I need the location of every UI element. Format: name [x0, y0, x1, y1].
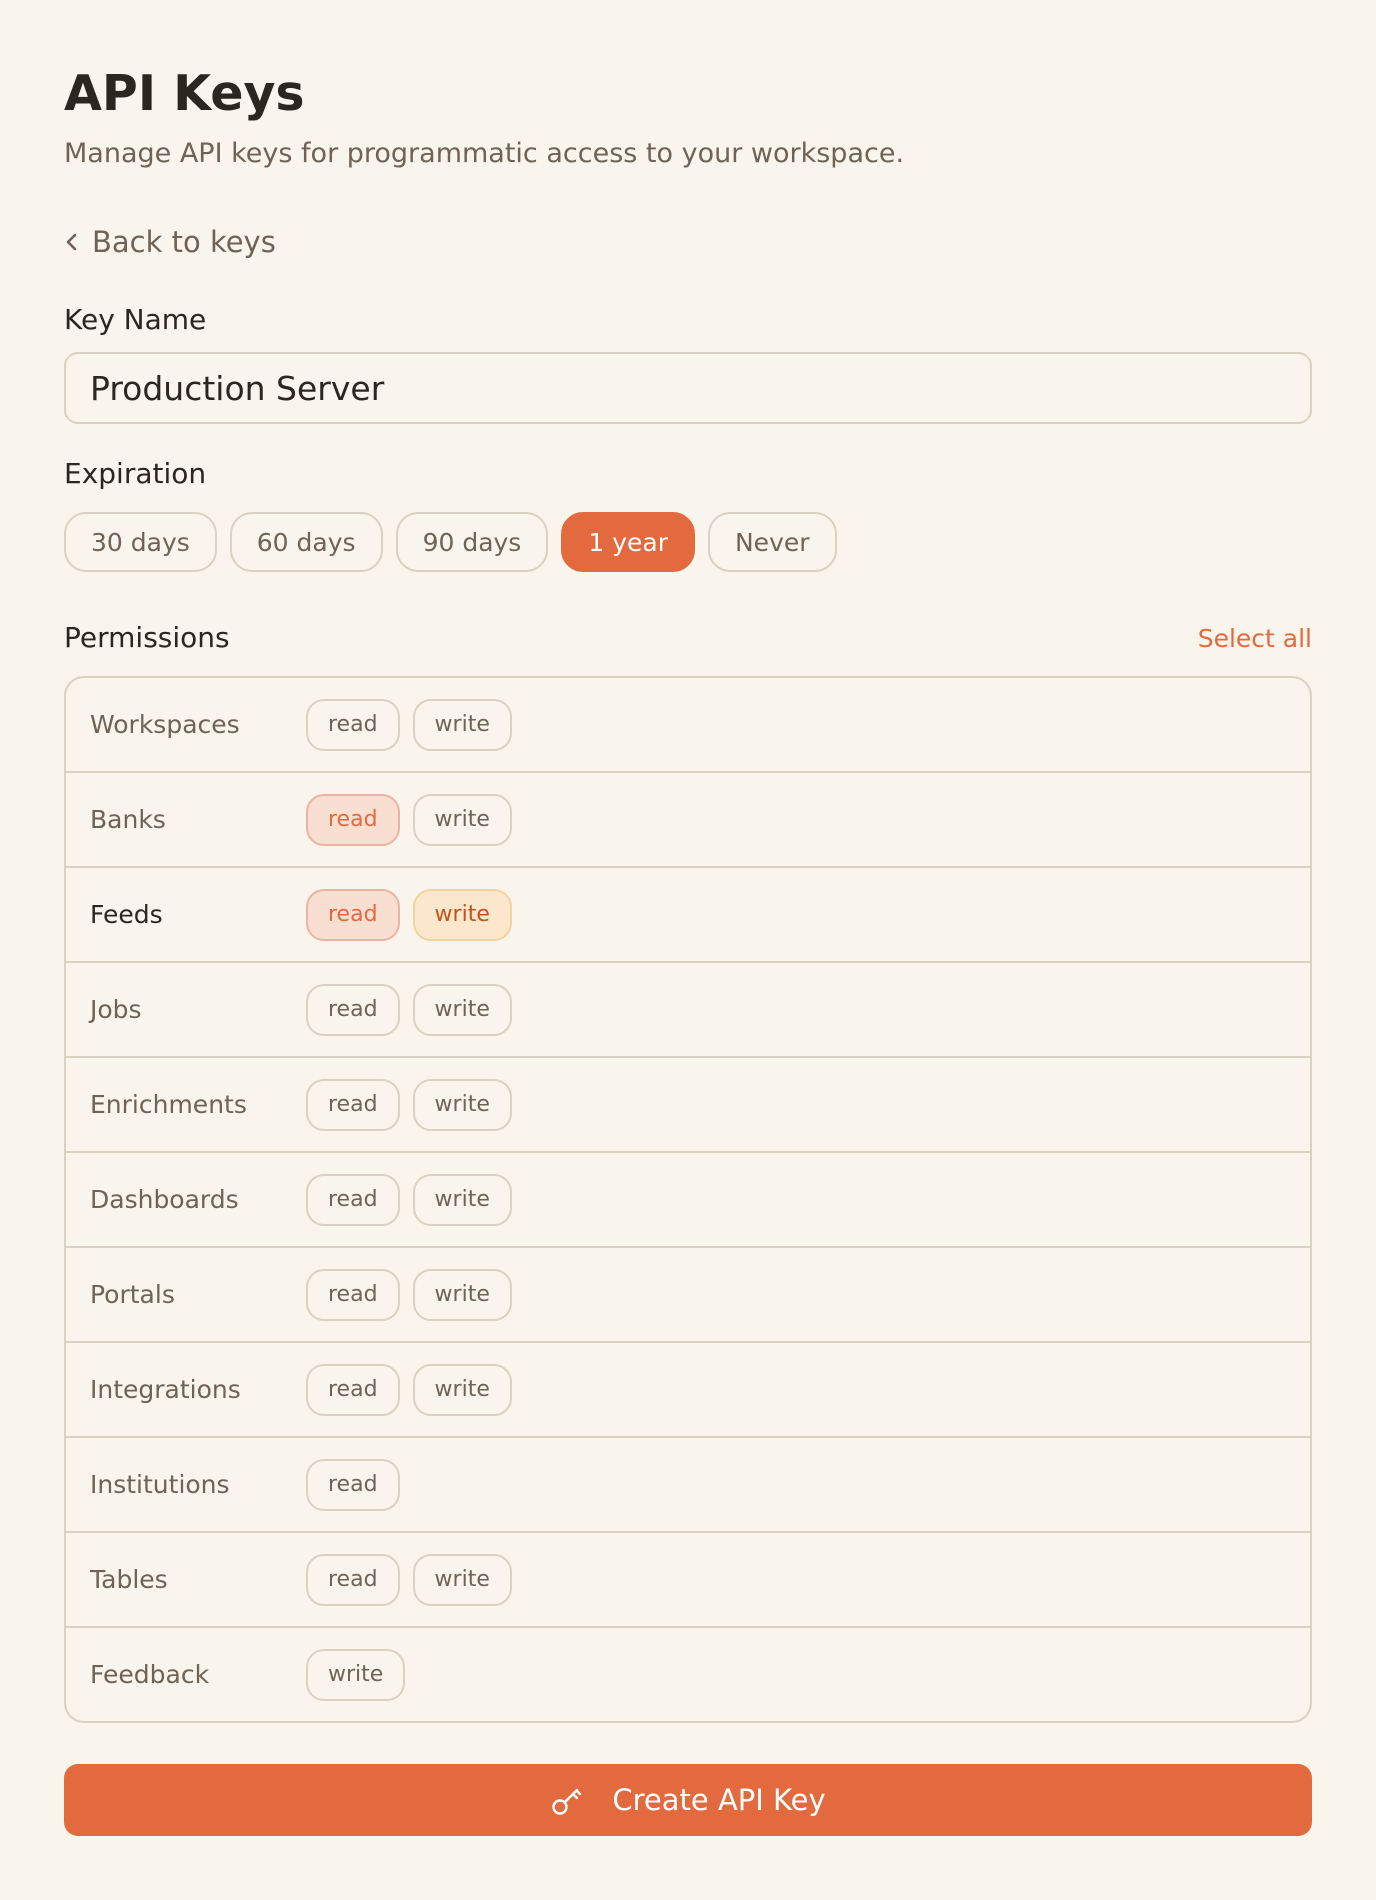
scope-chip-tables-read[interactable]: read [306, 1553, 400, 1606]
permissions-table: Workspaces read write Banks read write Feeds re… [64, 676, 1312, 1723]
permission-name: Tables [90, 1565, 168, 1594]
scope-chip-institutions-read[interactable]: read [306, 1458, 400, 1511]
scope-chip-enrichments-write[interactable]: write [412, 1078, 512, 1131]
select-all-link[interactable]: Select all [1198, 622, 1312, 656]
permission-name: Workspaces [90, 710, 240, 739]
permission-scopes: write [306, 1648, 406, 1701]
permission-row-banks: Banks read write [66, 773, 1310, 868]
permission-row-workspaces: Workspaces read write [66, 678, 1310, 773]
permission-name: Enrichments [90, 1090, 247, 1119]
expiration-option-30-days[interactable]: 30 days [64, 512, 217, 572]
create-button-label: Create API Key [612, 1783, 826, 1817]
permission-row-jobs: Jobs read write [66, 963, 1310, 1058]
scope-chip-enrichments-read[interactable]: read [306, 1078, 400, 1131]
permission-scopes: read [306, 1458, 400, 1511]
expiration-option-1-year[interactable]: 1 year [561, 512, 695, 572]
scope-chip-workspaces-write[interactable]: write [412, 698, 512, 751]
key-icon [550, 1783, 584, 1817]
permission-row-dashboards: Dashboards read write [66, 1153, 1310, 1248]
permission-scopes: read write [306, 1078, 512, 1131]
scope-chip-jobs-read[interactable]: read [306, 983, 400, 1036]
expiration-label: Expiration [64, 457, 207, 490]
permission-row-feeds: Feeds read write [66, 868, 1310, 963]
permission-name: Integrations [90, 1375, 241, 1404]
scope-chip-dashboards-write[interactable]: write [412, 1173, 512, 1226]
scope-chip-dashboards-read[interactable]: read [306, 1173, 400, 1226]
permission-scopes: read write [306, 1268, 512, 1321]
permission-name: Jobs [90, 995, 142, 1024]
scope-chip-portals-write[interactable]: write [412, 1268, 512, 1321]
permission-scopes: read write [306, 1553, 512, 1606]
expiration-option-60-days[interactable]: 60 days [229, 512, 383, 572]
key-name-label: Key Name [64, 303, 207, 336]
permission-name: Feeds [90, 900, 163, 929]
permission-row-feedback: Feedback write [66, 1628, 1310, 1721]
expiration-options: 30 days 60 days 90 days 1 year Never [64, 512, 837, 572]
permission-scopes: read write [306, 1363, 512, 1416]
permission-row-institutions: Institutions read [66, 1438, 1310, 1533]
permission-scopes: read write [306, 698, 512, 751]
expiration-option-90-days[interactable]: 90 days [395, 512, 549, 572]
scope-chip-banks-write[interactable]: write [412, 793, 512, 846]
scope-chip-jobs-write[interactable]: write [412, 983, 512, 1036]
permission-row-enrichments: Enrichments read write [66, 1058, 1310, 1153]
scope-chip-feeds-write[interactable]: write [412, 888, 512, 941]
key-name-input[interactable] [64, 352, 1312, 424]
page-subtitle: Manage API keys for programmatic access … [64, 138, 905, 169]
back-link-label: Back to keys [92, 225, 276, 259]
permission-row-integrations: Integrations read write [66, 1343, 1310, 1438]
permission-scopes: read write [306, 793, 512, 846]
permission-row-portals: Portals read write [66, 1248, 1310, 1343]
scope-chip-portals-read[interactable]: read [306, 1268, 400, 1321]
scope-chip-tables-write[interactable]: write [412, 1553, 512, 1606]
scope-chip-feedback-write[interactable]: write [306, 1648, 406, 1701]
scope-chip-feeds-read[interactable]: read [306, 888, 400, 941]
permission-name: Institutions [90, 1470, 230, 1499]
scope-chip-workspaces-read[interactable]: read [306, 698, 400, 751]
permission-scopes: read write [306, 888, 512, 941]
permission-name: Portals [90, 1280, 175, 1309]
permission-row-tables: Tables read write [66, 1533, 1310, 1628]
create-api-key-button[interactable]: Create API Key [64, 1764, 1312, 1836]
permission-name: Dashboards [90, 1185, 239, 1214]
expiration-option-never[interactable]: Never [707, 512, 837, 572]
back-to-keys-link[interactable]: Back to keys [64, 222, 276, 262]
permission-scopes: read write [306, 983, 512, 1036]
page-title: API Keys [64, 65, 305, 122]
scope-chip-banks-read[interactable]: read [306, 793, 400, 846]
permission-name: Banks [90, 805, 166, 834]
chevron-left-icon [64, 231, 78, 253]
permission-name: Feedback [90, 1660, 210, 1689]
permissions-label: Permissions [64, 621, 230, 654]
permission-scopes: read write [306, 1173, 512, 1226]
scope-chip-integrations-read[interactable]: read [306, 1363, 400, 1416]
scope-chip-integrations-write[interactable]: write [412, 1363, 512, 1416]
